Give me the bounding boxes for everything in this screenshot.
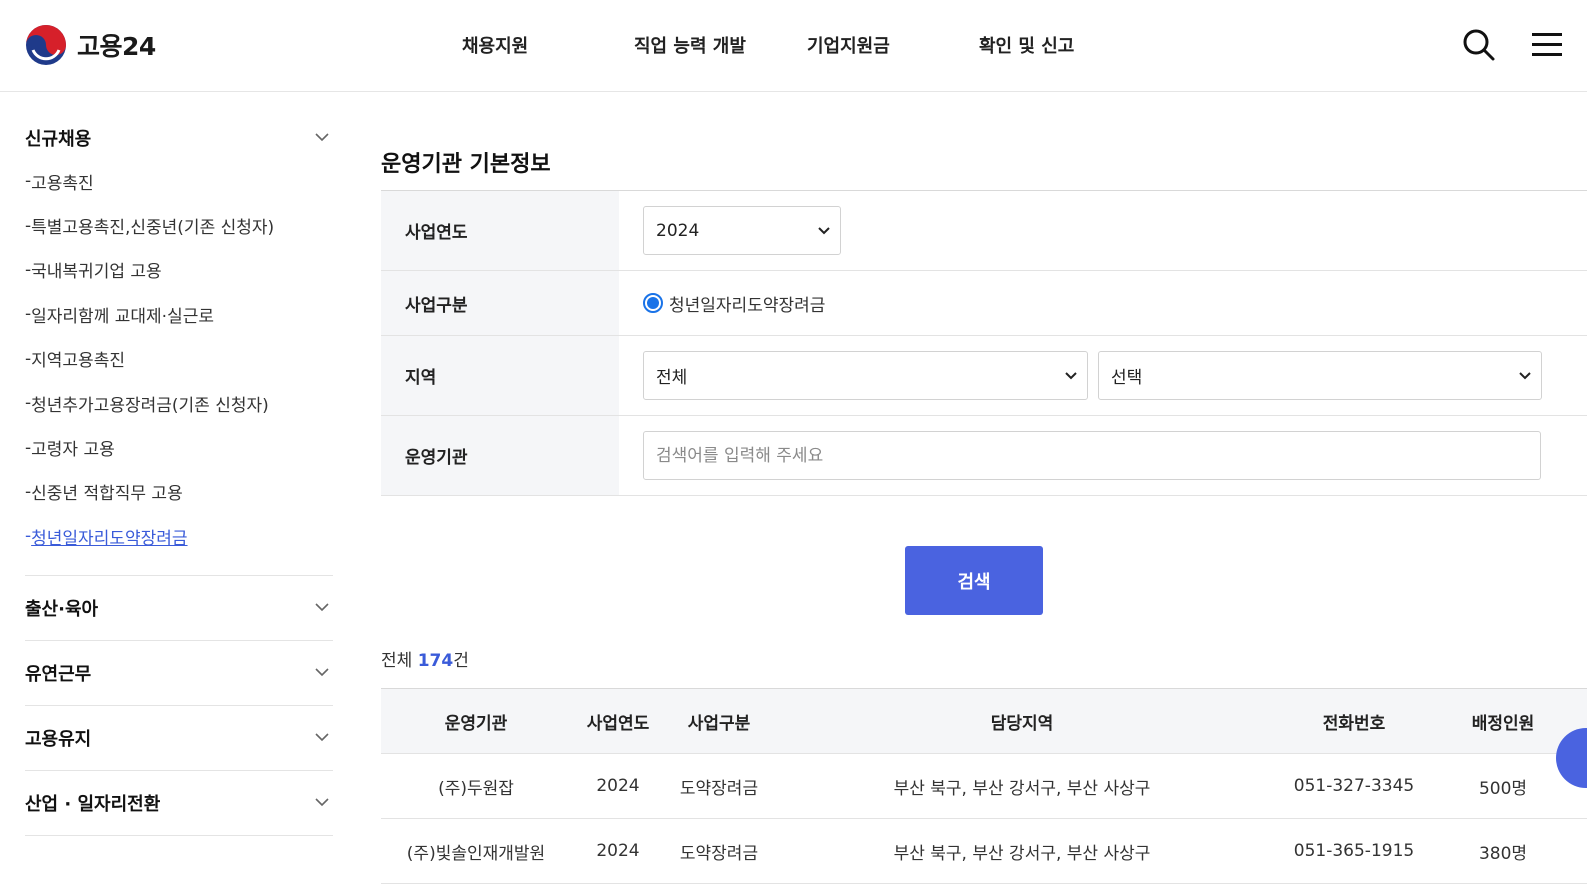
chevron-down-icon bbox=[315, 602, 329, 611]
total-count: 전체 174건 bbox=[381, 646, 469, 671]
chevron-down-icon bbox=[315, 732, 329, 741]
table-cell: 051-365-1915 bbox=[1293, 841, 1415, 861]
sidebar-item-label: 청년일자리도약장려금 bbox=[31, 528, 188, 549]
logo-text: 고용24 bbox=[77, 32, 156, 61]
radio-checked[interactable] bbox=[643, 293, 663, 313]
sidebar-item-youth-additional[interactable]: - 청년추가고용장려금(기존 신청자) bbox=[25, 381, 333, 425]
sidebar-item-label: 국내복귀기업 고용 bbox=[31, 262, 162, 283]
chevron-down-icon bbox=[315, 133, 329, 142]
form-row-year: 사업연도 2024 bbox=[381, 191, 1587, 271]
table-cell: 2024 bbox=[596, 841, 640, 861]
sidebar-group-title: 신규채용 bbox=[25, 129, 92, 150]
sidebar-item-label: 신중년 적합직무 고용 bbox=[31, 484, 183, 505]
table-cell: 도약장려금 bbox=[679, 778, 759, 799]
region-select[interactable]: 전체 bbox=[643, 351, 1088, 400]
sidebar-item-regional-promotion[interactable]: - 지역고용촉진 bbox=[25, 337, 333, 381]
sidebar-item-middle-aged[interactable]: - 신중년 적합직무 고용 bbox=[25, 470, 333, 514]
type-label: 사업구분 bbox=[381, 271, 619, 335]
column-header: 운영기관 bbox=[444, 713, 508, 734]
chevron-down-icon bbox=[315, 797, 329, 806]
sidebar-group-new-hire[interactable]: 신규채용 bbox=[25, 92, 333, 184]
sidebar-item-label: 일자리함께 교대제·실근로 bbox=[31, 306, 214, 327]
column-header: 사업구분 bbox=[687, 713, 751, 734]
table-cell: (주)빛솔인재개발원 bbox=[406, 843, 546, 864]
form-row-org: 운영기관 bbox=[381, 416, 1587, 496]
table-row[interactable]: (주)빛솔인재개발원 2024 도약장려금 부산 북구, 부산 강서구, 부산 … bbox=[381, 819, 1587, 884]
table-cell: 380명 bbox=[1478, 843, 1528, 864]
nav-confirm-report[interactable]: 확인 및 신고 bbox=[979, 32, 1074, 58]
taegeuk-logo-icon bbox=[26, 25, 66, 65]
sidebar-group-employment-retention[interactable]: 고용유지 bbox=[25, 706, 333, 771]
type-radio-youth-leap[interactable]: 청년일자리도약장려금 bbox=[643, 291, 825, 316]
table-cell: 부산 북구, 부산 강서구, 부산 사상구 bbox=[893, 778, 1151, 799]
search-icon[interactable] bbox=[1462, 28, 1496, 62]
chevron-down-icon bbox=[818, 226, 830, 234]
org-label: 운영기관 bbox=[381, 416, 619, 495]
sidebar-item-label: 지역고용촉진 bbox=[31, 351, 125, 372]
sidebar-item-shift-work[interactable]: - 일자리함께 교대제·실근로 bbox=[25, 292, 333, 336]
column-header: 담당지역 bbox=[990, 713, 1054, 734]
sidebar-group-job-transition[interactable]: 산업 · 일자리전환 bbox=[25, 771, 333, 836]
sidebar-item-youth-leap[interactable]: - 청년일자리도약장려금 bbox=[25, 514, 333, 558]
form-row-type: 사업구분 청년일자리도약장려금 bbox=[381, 271, 1587, 336]
sidebar-group-flexible-work[interactable]: 유연근무 bbox=[25, 641, 333, 706]
total-count-number: 174 bbox=[417, 651, 454, 671]
column-header: 전화번호 bbox=[1322, 713, 1386, 734]
sidebar-item-label: 특별고용촉진,신중년(기존 신청자) bbox=[31, 218, 275, 239]
site-header: 고용24 채용지원 직업 능력 개발 기업지원금 확인 및 신고 bbox=[0, 0, 1587, 92]
region-select-value: 전체 bbox=[656, 368, 688, 388]
results-table: 운영기관 사업연도 사업구분 담당지역 전화번호 배정인원 (주)두원잡 202… bbox=[381, 688, 1587, 884]
chevron-down-icon bbox=[1065, 371, 1077, 379]
sidebar-item-elderly[interactable]: - 고령자 고용 bbox=[25, 425, 333, 469]
search-form: 사업연도 2024 사업구분 청년일자리도약장려금 지역 전체 선택 운영기관 … bbox=[381, 190, 1587, 496]
table-header: 운영기관 사업연도 사업구분 담당지역 전화번호 배정인원 bbox=[381, 689, 1587, 754]
sidebar-group-title: 고용유지 bbox=[25, 728, 92, 750]
region-label: 지역 bbox=[381, 336, 619, 415]
sidebar-group-title: 유연근무 bbox=[25, 663, 92, 685]
column-header: 사업연도 bbox=[586, 713, 650, 734]
sidebar-submenu: - 고용촉진 - 특별고용촉진,신중년(기존 신청자) - 국내복귀기업 고용 … bbox=[25, 159, 333, 576]
org-search-input[interactable] bbox=[643, 431, 1541, 480]
section-title: 운영기관 기본정보 bbox=[381, 152, 551, 177]
sidebar-item-reshoring[interactable]: - 국내복귀기업 고용 bbox=[25, 248, 333, 292]
total-suffix: 건 bbox=[453, 651, 469, 671]
sidebar-group-title: 산업 · 일자리전환 bbox=[25, 793, 161, 815]
year-select[interactable]: 2024 bbox=[643, 206, 841, 255]
subregion-select-value: 선택 bbox=[1111, 368, 1143, 388]
sidebar-nav: 신규채용 - 고용촉진 - 특별고용촉진,신중년(기존 신청자) - 국내복귀기… bbox=[25, 92, 333, 836]
table-cell: 도약장려금 bbox=[679, 843, 759, 864]
nav-job-skills[interactable]: 직업 능력 개발 bbox=[634, 32, 746, 58]
total-prefix: 전체 bbox=[381, 651, 418, 671]
sidebar-item-special-promotion[interactable]: - 특별고용촉진,신중년(기존 신청자) bbox=[25, 203, 333, 247]
column-header: 배정인원 bbox=[1471, 713, 1535, 734]
nav-corporate-subsidy[interactable]: 기업지원금 bbox=[807, 32, 890, 58]
nav-recruitment-support[interactable]: 채용지원 bbox=[462, 32, 528, 58]
table-cell: 부산 북구, 부산 강서구, 부산 사상구 bbox=[893, 843, 1151, 864]
table-cell: 500명 bbox=[1478, 778, 1528, 799]
sidebar-item-label: 고령자 고용 bbox=[31, 440, 115, 461]
year-label: 사업연도 bbox=[381, 191, 619, 270]
table-cell: 051-327-3345 bbox=[1293, 776, 1415, 796]
chevron-down-icon bbox=[315, 667, 329, 676]
table-cell: (주)두원잡 bbox=[438, 778, 514, 799]
subregion-select[interactable]: 선택 bbox=[1098, 351, 1542, 400]
hamburger-menu-icon[interactable] bbox=[1530, 31, 1562, 59]
form-row-region: 지역 전체 선택 bbox=[381, 336, 1587, 416]
year-select-value: 2024 bbox=[656, 220, 700, 241]
table-row[interactable]: (주)두원잡 2024 도약장려금 부산 북구, 부산 강서구, 부산 사상구 … bbox=[381, 754, 1587, 819]
sidebar-group-childbirth[interactable]: 출산·육아 bbox=[25, 576, 333, 641]
chevron-down-icon bbox=[1519, 371, 1531, 379]
search-button[interactable]: 검색 bbox=[905, 546, 1043, 615]
table-cell: 2024 bbox=[596, 776, 640, 796]
sidebar-group-title: 출산·육아 bbox=[25, 598, 99, 620]
sidebar-item-label: 청년추가고용장려금(기존 신청자) bbox=[31, 395, 269, 416]
site-logo[interactable]: 고용24 bbox=[25, 24, 156, 66]
type-radio-label: 청년일자리도약장려금 bbox=[669, 295, 826, 316]
